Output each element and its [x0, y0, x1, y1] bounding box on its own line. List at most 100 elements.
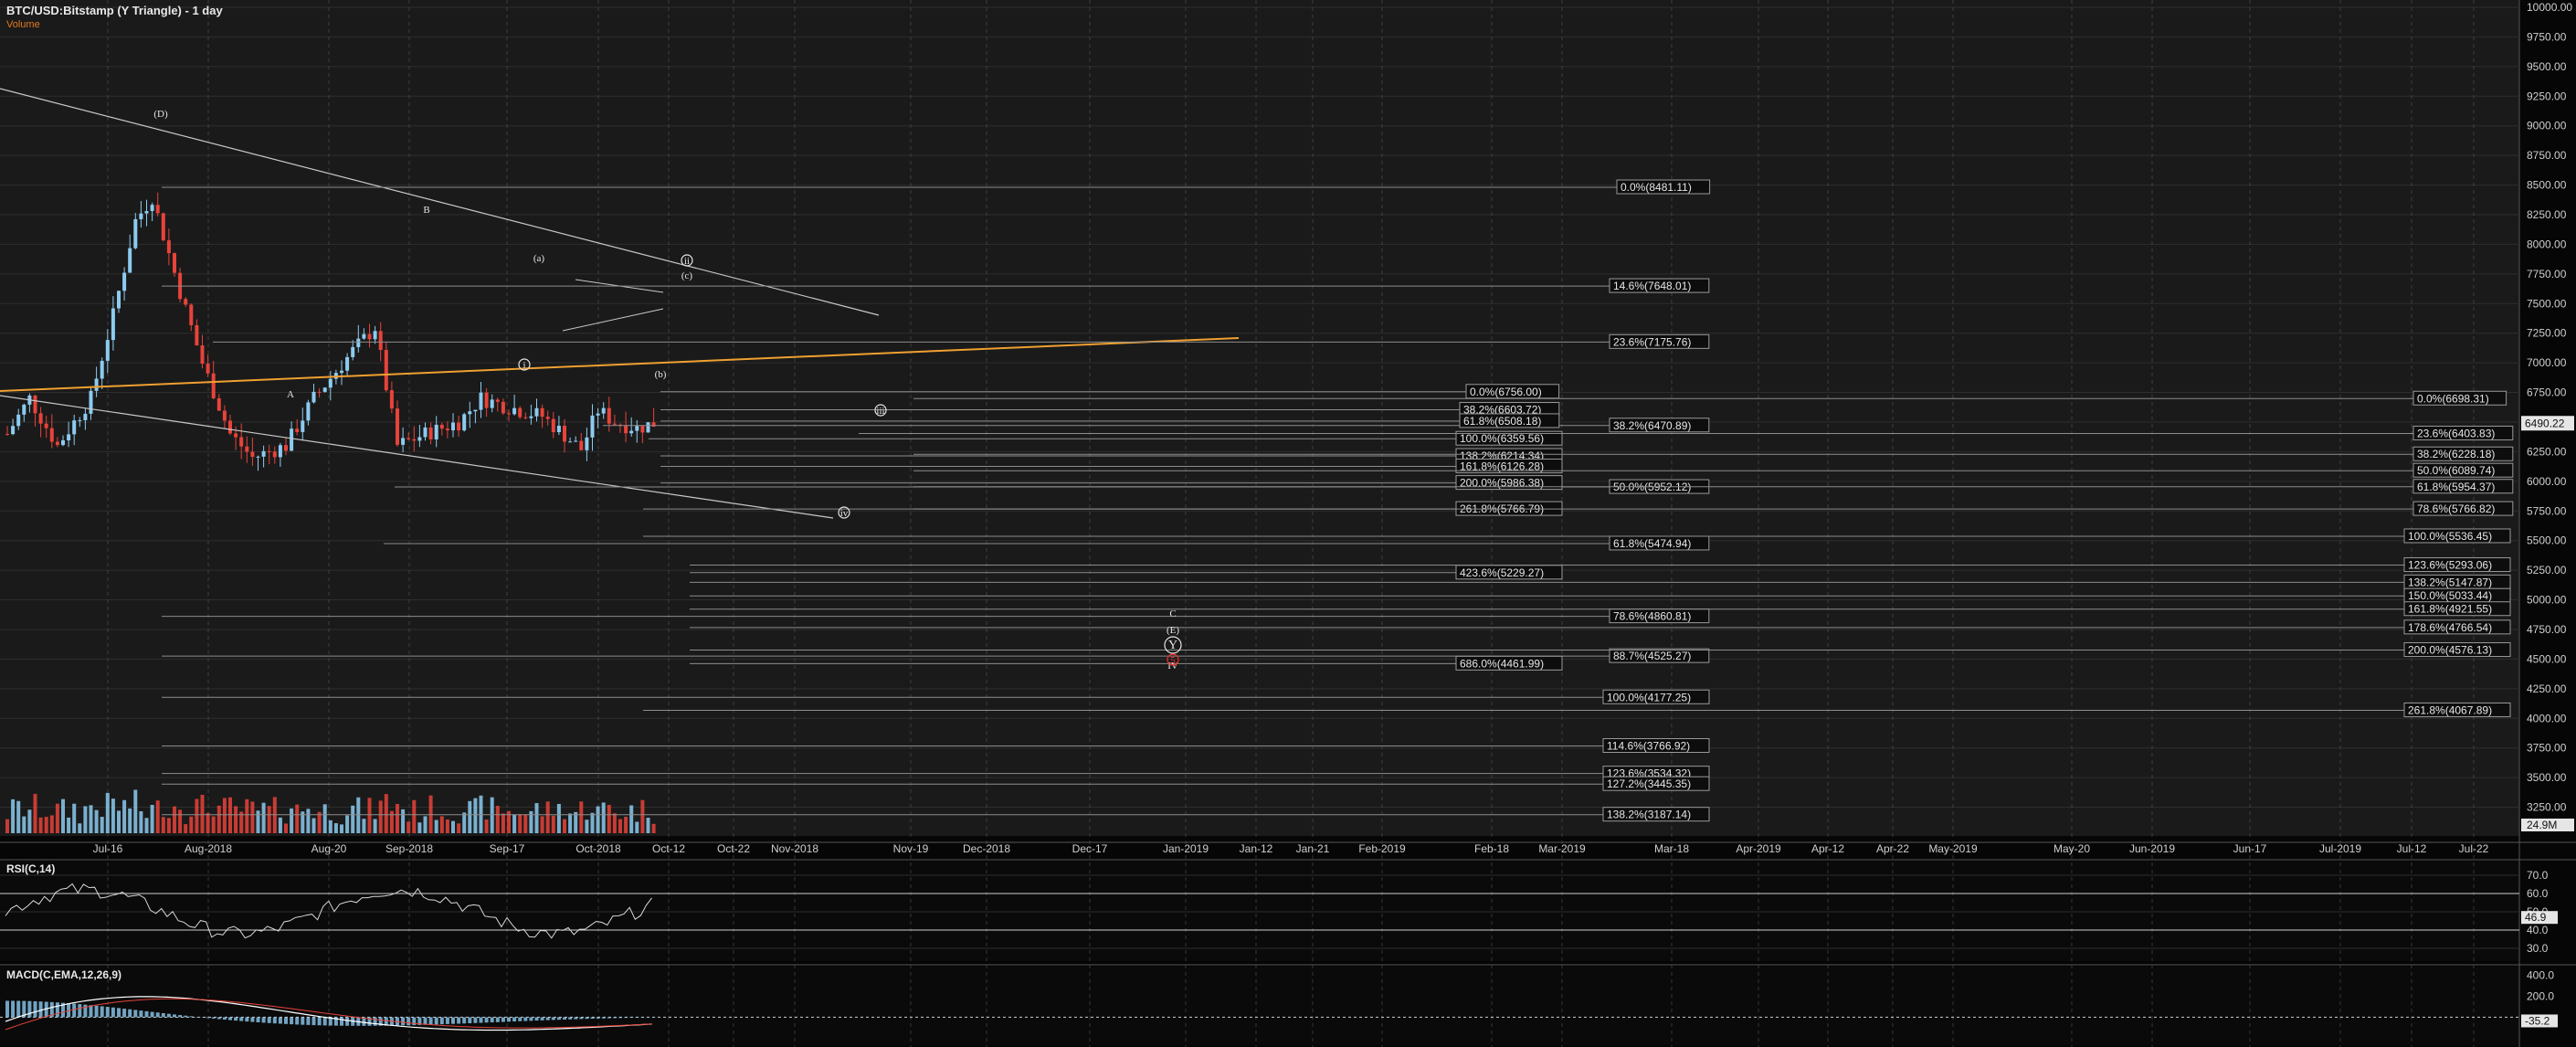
macd-histogram-bar: [401, 1017, 406, 1026]
x-tick-label: Mar-2019: [1538, 842, 1586, 855]
candle-body: [345, 356, 350, 371]
volume-bar: [206, 812, 210, 833]
volume-bar: [311, 818, 316, 833]
volume-bar: [38, 817, 43, 833]
x-tick-label: Jan-12: [1240, 842, 1273, 855]
candle-body: [640, 426, 645, 433]
volume-bar: [434, 820, 438, 833]
macd-histogram-bar: [206, 1017, 210, 1019]
x-tick-label: Dec-2018: [963, 842, 1010, 855]
fib-level-label: 50.0%(6089.74): [2417, 464, 2495, 477]
macd-histogram-bar: [518, 1017, 523, 1021]
macd-histogram-bar: [406, 1017, 411, 1026]
macd-histogram-bar: [27, 1000, 32, 1018]
fib-level-label: 200.0%(4576.13): [2408, 644, 2492, 657]
volume-bar: [122, 799, 127, 833]
volume-bar: [462, 812, 467, 833]
candle-body: [373, 331, 377, 340]
candle-body: [507, 413, 511, 415]
candle-body: [189, 304, 194, 325]
candle-body: [651, 422, 656, 428]
macd-histogram-bar: [278, 1017, 282, 1024]
price-tick-label: 8750.00: [2527, 149, 2567, 162]
macd-histogram-bar: [11, 1000, 16, 1018]
fib-level-label: 61.8%(5954.37): [2417, 481, 2495, 493]
macd-histogram-bar: [612, 1017, 617, 1019]
candle-body: [428, 427, 433, 439]
volume-bar: [200, 794, 205, 833]
fib-level-label: 127.2%(3445.35): [1607, 777, 1691, 790]
volume-bar: [117, 810, 121, 833]
macd-histogram-bar: [501, 1017, 505, 1022]
volume-bar: [150, 804, 154, 833]
candle-body: [83, 413, 88, 420]
volume-bar: [651, 823, 656, 833]
volume-bar: [574, 811, 578, 833]
wave-label: ii: [684, 256, 690, 267]
candle-body: [272, 451, 277, 458]
fib-level-label: 423.6%(5229.27): [1460, 566, 1544, 579]
wave-label: (b): [655, 369, 667, 380]
candle-body: [278, 445, 282, 458]
volume-bar: [384, 794, 388, 833]
volume-bar: [290, 808, 294, 833]
candle-body: [133, 218, 138, 249]
price-tick-label: 7500.00: [2527, 297, 2567, 310]
wave-label: (c): [681, 270, 693, 281]
candle-body: [44, 423, 48, 428]
candle-body: [601, 407, 606, 414]
candle-body: [234, 433, 238, 438]
x-tick-label: May-20: [2053, 842, 2090, 855]
x-tick-label: Jun-2019: [2129, 842, 2175, 855]
candle-body: [439, 424, 444, 429]
volume-bar: [195, 798, 199, 833]
candle-body: [518, 407, 523, 418]
price-tick-label: 6000.00: [2527, 475, 2567, 488]
candle-body: [434, 424, 438, 439]
volume-bar: [16, 800, 21, 833]
candle-body: [635, 426, 639, 431]
volume-bar: [490, 797, 494, 833]
candle-body: [423, 427, 428, 438]
fib-level-label: 23.6%(6403.83): [2417, 427, 2495, 439]
volume-bar: [473, 798, 478, 833]
volume-bar: [184, 824, 188, 833]
price-chart[interactable]: 10000.00 9750.00 9500.00 9250.00 9000.00 8750…: [0, 0, 2576, 1047]
x-tick-label: Mar-18: [1654, 842, 1689, 855]
fib-level-label: 38.2%(6228.18): [2417, 448, 2495, 460]
fib-level-label: 100.0%(6359.56): [1460, 432, 1544, 445]
x-tick-label: Sep-2018: [385, 842, 433, 855]
candle-body: [311, 391, 316, 403]
fib-level-label: 123.6%(5293.06): [2408, 559, 2492, 572]
volume-bar: [351, 805, 355, 833]
macd-histogram-bar: [451, 1017, 455, 1024]
macd-histogram-bar: [272, 1017, 277, 1024]
candle-body: [49, 428, 54, 442]
macd-panel-label: MACD(C,EMA,12,26,9): [6, 968, 122, 981]
fib-level-label: 114.6%(3766.92): [1607, 739, 1690, 752]
volume-bar: [94, 809, 99, 833]
volume-bar: [534, 803, 539, 833]
candle-body: [401, 438, 406, 445]
volume-bar: [590, 812, 595, 833]
volume-bar: [89, 805, 93, 833]
candle-body: [612, 423, 617, 425]
candle-body: [534, 407, 539, 417]
volume-bar: [22, 816, 26, 833]
volume-bar: [439, 816, 444, 833]
candle-body: [545, 417, 550, 419]
volume-bar: [228, 797, 232, 833]
wave-label: i: [523, 360, 525, 371]
price-tick-label: 5250.00: [2527, 564, 2567, 576]
volume-bar: [401, 809, 406, 833]
volume-bar: [585, 820, 589, 833]
macd-histogram-bar: [484, 1017, 489, 1023]
candle-body: [328, 378, 333, 388]
wave-label: A: [287, 389, 294, 400]
fib-level-label: 150.0%(5033.44): [2408, 589, 2492, 602]
macd-panel-background: [0, 967, 2519, 1045]
price-tick-label: 9000.00: [2527, 120, 2567, 132]
candle-body: [245, 446, 249, 452]
rsi-tick-label: 60.0: [2527, 887, 2549, 900]
candle-body: [484, 392, 489, 408]
